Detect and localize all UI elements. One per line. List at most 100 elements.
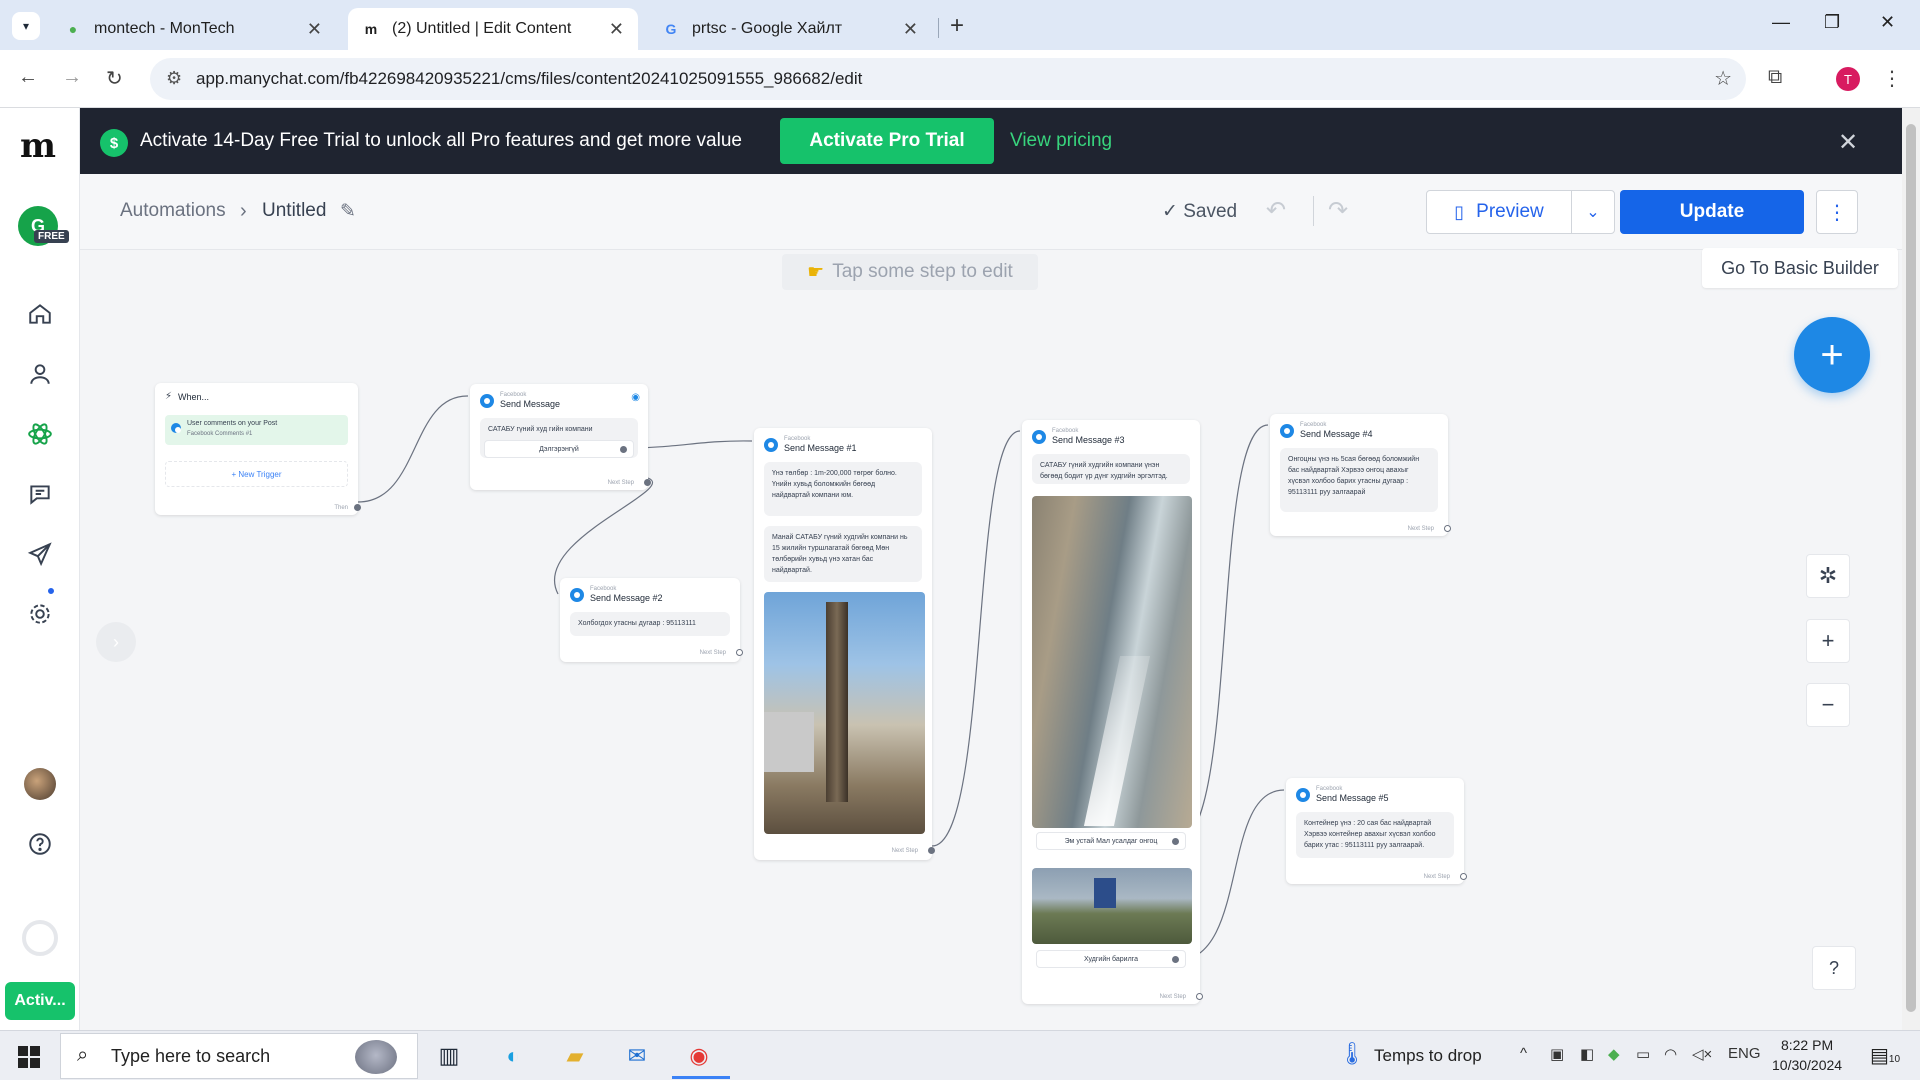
update-button[interactable]: Update [1620,190,1804,234]
windows-start-icon[interactable] [18,1046,40,1068]
send-message-2-node[interactable]: Facebook Send Message #2 Холбогдох утасны… [560,578,743,662]
tab-close-icon[interactable]: ✕ [903,19,918,40]
well-building-image[interactable] [1032,868,1192,944]
window-close-icon[interactable]: ✕ [1880,12,1895,33]
send-message-4-node[interactable]: Facebook Send Message #4 Онгоцны үнэ нь 5… [1270,414,1451,536]
scrollbar-thumb[interactable] [1906,124,1916,1012]
output-port[interactable] [1444,525,1451,532]
add-step-plus-icon[interactable]: + [1794,317,1870,393]
address-bar[interactable]: ⚙ app.manychat.com/fb422698420935221/cms… [150,58,1746,100]
browser-menu-icon[interactable]: ⋮ [1882,66,1902,91]
canvas-help-icon[interactable]: ? [1812,946,1856,990]
output-port[interactable] [736,649,743,656]
manychat-logo-icon[interactable]: m [20,126,56,166]
wifi-icon[interactable]: ◠ [1664,1045,1677,1063]
water-trough-image[interactable] [1032,496,1192,828]
zoom-in-icon[interactable]: + [1806,619,1850,663]
weather-text[interactable]: Temps to drop [1374,1046,1482,1066]
magic-wand-icon[interactable]: ✲ [1806,554,1850,598]
tab-edit-content[interactable]: m (2) Untitled | Edit Content ✕ [348,8,638,50]
mail-icon[interactable]: ✉ [620,1039,654,1073]
notification-center-icon[interactable]: ▤10 [1870,1043,1900,1068]
message-bubble[interactable]: Холбогдох утасны дугаар : 95113111 [570,612,730,636]
message-button[interactable]: Эм устай Мал усалдаг онгоц [1036,832,1186,850]
send-message-1-node[interactable]: Facebook Send Message #1 Үнэ төлбөр : 1m-… [754,428,935,860]
activate-pro-trial-button[interactable]: Activate Pro Trial [780,118,994,164]
extensions-icon[interactable]: ⧉ [1768,66,1782,89]
chrome-icon[interactable]: ◉ [682,1039,716,1073]
message-button[interactable]: Дэлгэрэнгүй [484,440,634,458]
bookmark-star-icon[interactable]: ☆ [1714,66,1732,91]
button-port[interactable] [1172,956,1179,963]
message-bubble[interactable]: САТАБУ гүний худгийн компани үнэн бөгөөд… [1032,454,1190,484]
new-trigger-button[interactable]: + New Trigger [165,461,348,487]
send-message-5-node[interactable]: Facebook Send Message #5 Контейнер үнэ : … [1286,778,1467,884]
output-port[interactable] [1460,873,1467,880]
taskbar-search[interactable]: ⌕ Type here to search [60,1033,418,1079]
zoom-out-icon[interactable]: − [1806,683,1850,727]
undo-icon[interactable]: ↶ [1266,196,1286,225]
page-scrollbar[interactable] [1902,108,1920,1030]
broadcast-send-icon[interactable] [24,538,56,570]
send-message-3-node[interactable]: Facebook Send Message #3 САТАБУ гүний худ… [1022,420,1203,1004]
trigger-item[interactable]: User comments on your Post Facebook Comm… [165,415,348,445]
expand-panel-chevron-icon[interactable]: › [96,622,136,662]
drilling-rig-image[interactable] [764,592,925,834]
output-port[interactable] [644,479,651,486]
preview-dropdown-chevron-icon[interactable]: ⌄ [1571,190,1615,234]
settings-gear-icon[interactable] [24,598,56,630]
message-bubble[interactable]: Манай САТАБУ гүний худгийн компани нь 15… [764,526,922,582]
output-port[interactable] [928,847,935,854]
taskbar-clock[interactable]: 8:22 PM 10/30/2024 [1772,1035,1842,1075]
redo-icon[interactable]: ↷ [1328,196,1348,225]
button-port[interactable] [1172,838,1179,845]
more-options-icon[interactable]: ⋮ [1816,190,1858,234]
view-pricing-link[interactable]: View pricing [1010,130,1112,152]
language-indicator[interactable]: ENG [1728,1045,1761,1062]
task-view-icon[interactable]: ▥ [432,1039,466,1073]
preview-button[interactable]: ▯ Preview [1426,190,1572,234]
breadcrumb-current[interactable]: Untitled [262,200,326,222]
automation-icon[interactable] [24,418,56,450]
button-port[interactable] [620,446,627,453]
tray-app-icon[interactable]: ◧ [1580,1045,1594,1063]
tray-chevron-up-icon[interactable]: ^ [1520,1045,1527,1062]
tab-montech[interactable]: ● montech - MonTech ✕ [50,8,336,50]
message-bubble[interactable]: Онгоцны үнэ нь 5сая бөгөөд боломжийн бас… [1280,448,1438,512]
tab-search-button[interactable]: ▾ [12,12,40,40]
message-bubble[interactable]: Үнэ төлбөр : 1m-200,000 төгрөг болно. Үн… [764,462,922,516]
message-button[interactable]: Худгийн барилга [1036,950,1186,968]
user-avatar[interactable] [24,768,56,800]
new-tab-plus-icon[interactable]: + [950,12,964,40]
battery-icon[interactable]: ▭ [1636,1045,1650,1063]
send-message-node[interactable]: Facebook Send Message ◉ САТАБУ гүний худ … [470,384,651,490]
forward-arrow-icon[interactable]: → [62,66,82,89]
live-chat-icon[interactable] [24,478,56,510]
output-port[interactable] [354,504,361,511]
help-question-icon[interactable] [24,828,56,860]
go-to-basic-builder-button[interactable]: Go To Basic Builder [1702,248,1898,288]
reload-icon[interactable]: ↻ [106,66,123,91]
tray-green-icon[interactable]: ◆ [1608,1045,1620,1063]
activate-button[interactable]: Activ... [5,982,75,1020]
contacts-icon[interactable] [24,358,56,390]
back-arrow-icon[interactable]: ← [18,66,38,89]
tab-google[interactable]: G prtsc - Google Хайлт ✕ [648,8,932,50]
flow-canvas[interactable] [80,250,1902,1030]
profile-avatar[interactable]: T [1836,67,1860,91]
message-bubble[interactable]: Контейнер үнэ : 20 сая бас найдвартай Хэ… [1296,812,1454,858]
home-icon[interactable] [24,298,56,330]
file-explorer-icon[interactable]: ▰ [558,1039,592,1073]
meet-icon[interactable]: ▣ [1550,1045,1564,1063]
output-port[interactable] [1196,993,1203,1000]
volume-muted-icon[interactable]: ◁× [1692,1045,1712,1063]
banner-close-icon[interactable]: ✕ [1838,128,1858,157]
pencil-edit-icon[interactable]: ✎ [340,200,356,223]
breadcrumb-automations[interactable]: Automations [120,200,226,222]
minimize-icon[interactable]: — [1772,12,1790,33]
tab-close-icon[interactable]: ✕ [609,19,624,40]
tab-close-icon[interactable]: ✕ [307,19,322,40]
edge-browser-icon[interactable]: ◐ [496,1039,530,1073]
trigger-node[interactable]: ⚡ When... User comments on your Post Fac… [155,383,361,515]
site-info-icon[interactable]: ⚙ [166,68,182,89]
